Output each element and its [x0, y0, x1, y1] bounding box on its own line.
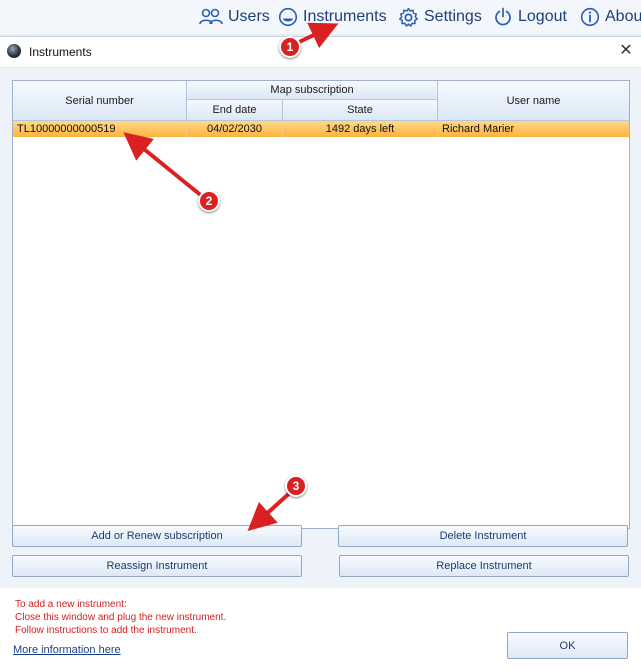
nav-logout-label: Logout — [518, 8, 567, 25]
nav-settings[interactable]: Settings — [398, 4, 482, 30]
table-row[interactable]: TL10000000000519 04/02/2030 1492 days le… — [13, 121, 629, 137]
instruments-table: Serial number Map subscription End date … — [12, 80, 630, 529]
annotation-marker-1: 1 — [279, 36, 301, 58]
more-information-link[interactable]: More information here — [13, 644, 121, 656]
nav-instruments-label: Instruments — [303, 8, 387, 25]
ok-button[interactable]: OK — [507, 632, 628, 659]
instruction-line: To add a new instrument: — [15, 599, 127, 610]
cell-serial: TL10000000000519 — [13, 121, 187, 137]
nav-users[interactable]: Users — [199, 4, 270, 30]
cell-end-date: 04/02/2030 — [187, 121, 283, 137]
annotation-marker-3: 3 — [285, 475, 307, 497]
reassign-instrument-button[interactable]: Reassign Instrument — [12, 555, 302, 577]
column-header-serial[interactable]: Serial number — [13, 81, 187, 121]
annotation-marker-2: 2 — [198, 190, 220, 212]
cell-user-name: Richard Marier — [442, 123, 515, 135]
column-header-end-date[interactable]: End date — [187, 100, 283, 121]
instrument-icon — [278, 7, 298, 27]
power-icon — [495, 7, 511, 26]
column-group-map-subscription: Map subscription — [187, 81, 438, 100]
column-header-user-name[interactable]: User name — [438, 81, 629, 121]
add-instrument-instructions: To add a new instrument: Close this wind… — [15, 598, 226, 637]
nav-about-label: About — [605, 8, 641, 25]
add-renew-subscription-button[interactable]: Add or Renew subscription — [12, 525, 302, 547]
info-icon — [580, 7, 600, 27]
instruction-line: Close this window and plug the new instr… — [15, 612, 227, 623]
gear-icon — [399, 7, 418, 27]
nav-settings-label: Settings — [424, 8, 482, 25]
nav-logout[interactable]: Logout — [493, 4, 567, 30]
top-nav-bar: Users Instruments Settings Logout About — [0, 0, 641, 34]
replace-instrument-button[interactable]: Replace Instrument — [339, 555, 629, 577]
dialog-title: Instruments — [29, 45, 92, 59]
delete-instrument-button[interactable]: Delete Instrument — [338, 525, 628, 547]
users-icon — [199, 8, 223, 25]
nav-about[interactable]: About — [580, 4, 641, 30]
instruments-dialog: Instruments ✕ Serial number Map subscrip… — [0, 36, 641, 670]
nav-instruments[interactable]: Instruments — [278, 4, 387, 30]
dialog-titlebar: Instruments ✕ — [0, 37, 641, 68]
app-logo-icon — [7, 44, 21, 58]
instruction-line: Follow instructions to add the instrumen… — [15, 625, 197, 636]
column-header-state[interactable]: State — [283, 100, 438, 121]
close-icon[interactable]: ✕ — [616, 40, 636, 62]
cell-state: 1492 days left — [283, 121, 438, 137]
dialog-footer: To add a new instrument: Close this wind… — [0, 588, 641, 670]
nav-users-label: Users — [228, 8, 270, 25]
